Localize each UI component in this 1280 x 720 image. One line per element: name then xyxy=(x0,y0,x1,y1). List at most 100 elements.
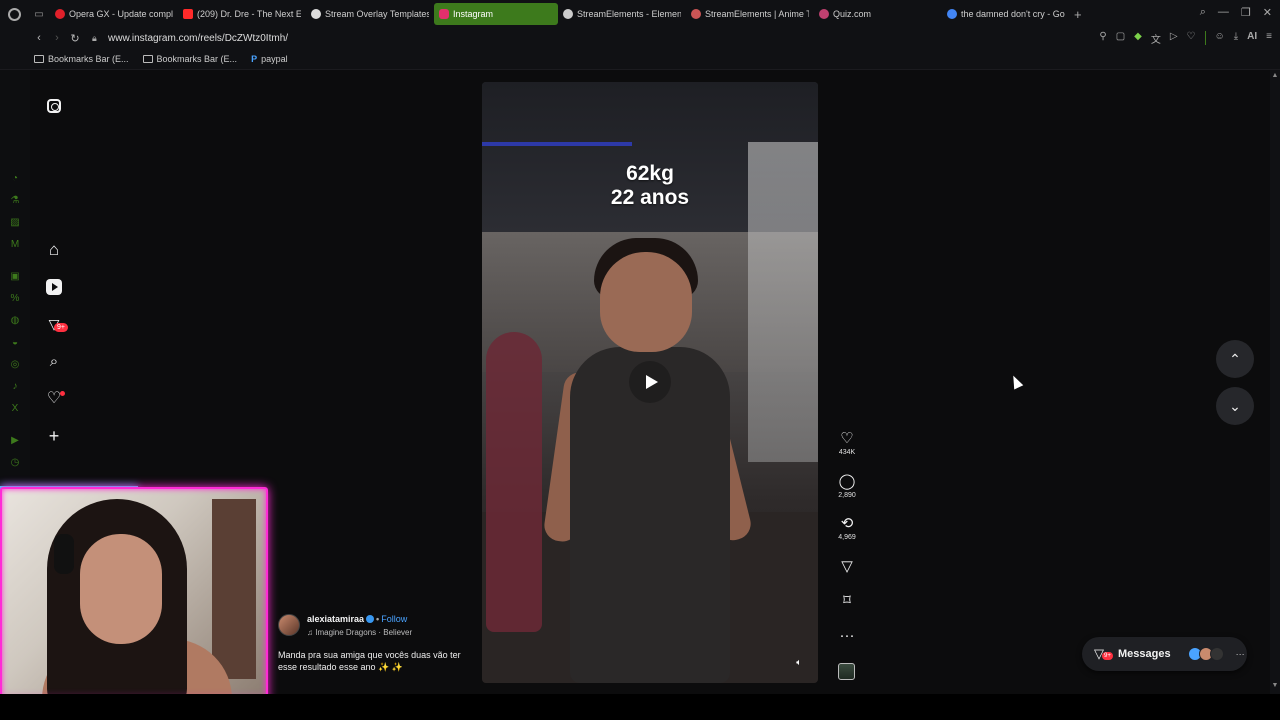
snapshot-icon[interactable]: ▢ xyxy=(1116,31,1125,46)
username[interactable]: alexiatamiraa xyxy=(307,614,364,624)
ai-button[interactable]: AI xyxy=(1247,31,1257,46)
video-person xyxy=(542,238,755,683)
bookmarks-bar: Bookmarks Bar (E... Bookmarks Bar (E... … xyxy=(0,48,1280,70)
instagram-sidebar-icon[interactable]: ◎ xyxy=(9,359,21,371)
profile-icon[interactable]: ☺ xyxy=(1215,31,1225,46)
tab-favicon xyxy=(311,9,321,19)
music-player-icon[interactable]: M xyxy=(9,239,21,251)
messages-button[interactable]: ▽ 9+ Messages ··· xyxy=(1082,637,1247,671)
tab-youtube[interactable]: (209) Dr. Dre - The Next E xyxy=(178,3,306,25)
audio-track[interactable]: ♫ Imagine Dragons · Believer xyxy=(307,628,412,637)
scroll-down-icon[interactable]: ▼ xyxy=(1270,682,1280,692)
tab-google[interactable]: the damned don't cry - Goo xyxy=(942,3,1070,25)
bookmark-icon: ⌑ xyxy=(843,592,851,609)
follow-button[interactable]: Follow xyxy=(381,614,407,624)
messages-badge: 9+ xyxy=(54,323,68,332)
send-icon: ▽ 9+ xyxy=(1094,646,1113,661)
play-icon[interactable] xyxy=(629,361,671,403)
discord-icon[interactable]: ◒ xyxy=(9,337,21,349)
tab-instagram[interactable]: Instagram xyxy=(434,3,558,25)
search-tabs-icon[interactable]: ⌕ xyxy=(1200,6,1206,19)
more-button[interactable]: ··· xyxy=(832,627,862,645)
share-button[interactable]: ▽ xyxy=(832,558,862,576)
minimize-icon[interactable]: — xyxy=(1218,6,1229,19)
reload-icon[interactable]: ↻ xyxy=(66,32,84,45)
close-icon[interactable]: ✕ xyxy=(1263,6,1272,19)
caption-header: alexiatamiraa • Follow xyxy=(307,614,407,624)
address-bar-tools: ⚲ ▢ ◆ 文 ▷ ♡ ☺ ⤓ AI ≡ xyxy=(1099,31,1272,46)
send-page-icon[interactable]: ▷ xyxy=(1170,31,1178,46)
shield-icon[interactable]: ◆ xyxy=(1134,31,1142,46)
divider xyxy=(1204,31,1206,45)
bookmark-paypal[interactable]: P paypal xyxy=(251,54,288,64)
gx-corner-icon[interactable]: ▨ xyxy=(9,217,21,229)
twitch-icon[interactable]: ▣ xyxy=(9,271,21,283)
favorite-icon[interactable]: ♡ xyxy=(1187,31,1196,46)
bookmark-label: Bookmarks Bar (E... xyxy=(48,53,129,64)
comment-icon: ◯ xyxy=(838,473,856,490)
reels-icon[interactable] xyxy=(44,277,64,297)
new-tab-icon[interactable]: + xyxy=(1074,7,1082,22)
scrollbar[interactable]: ▲ ▼ xyxy=(1270,70,1280,694)
tab-label: (209) Dr. Dre - The Next E xyxy=(197,9,301,19)
bookmark-folder[interactable]: Bookmarks Bar (E... xyxy=(34,54,129,64)
maximize-icon[interactable]: ❐ xyxy=(1241,6,1251,19)
chevron-down-icon[interactable]: ⌄ xyxy=(1216,387,1254,425)
like-count: 434K xyxy=(838,449,856,456)
instagram-icon[interactable] xyxy=(44,96,64,116)
back-icon[interactable]: ‹ xyxy=(30,32,48,44)
reel-video[interactable]: 62kg 22 anos 🔈︎ xyxy=(482,82,818,683)
forward-icon[interactable]: › xyxy=(48,32,66,44)
url-field[interactable]: www.instagram.com/reels/DcZWtz0Itmh/ xyxy=(108,33,288,44)
tab-favicon xyxy=(947,9,957,19)
messages-label: Messages xyxy=(1118,648,1171,660)
whatsapp-icon[interactable]: ◍ xyxy=(9,315,21,327)
screen-bottom-strip xyxy=(0,694,1280,720)
tab-stream-overlay[interactable]: Stream Overlay Templates xyxy=(306,3,434,25)
tab-streamelements-2[interactable]: StreamElements | Anime T xyxy=(686,3,814,25)
comment-count: 2,890 xyxy=(838,492,856,499)
menu-icon[interactable]: ≡ xyxy=(1266,31,1272,46)
save-button[interactable]: ⌑ xyxy=(832,592,862,610)
history-icon[interactable]: ◷ xyxy=(9,457,21,469)
folder-icon xyxy=(142,54,153,63)
opera-icon[interactable] xyxy=(0,0,28,28)
tab-streamelements-1[interactable]: StreamElements - Elemen xyxy=(558,3,686,25)
translate-icon[interactable]: 文 xyxy=(1151,31,1161,46)
browser-window: ▭ Opera GX - Update comple (209) Dr. Dre… xyxy=(0,0,1280,720)
percent-icon[interactable]: % xyxy=(9,293,21,305)
player-icon[interactable]: ▶ xyxy=(9,435,21,447)
avatar[interactable] xyxy=(278,614,300,636)
folder-icon xyxy=(34,54,44,63)
repost-button[interactable]: ⟲ 4,969 xyxy=(832,515,862,541)
gx-control-icon[interactable]: ⚗ xyxy=(9,195,21,207)
plus-icon[interactable]: + xyxy=(44,426,64,446)
home-icon[interactable]: ⌂ xyxy=(44,240,64,260)
chevron-up-icon[interactable]: ⌃ xyxy=(1216,340,1254,378)
tab-label: the damned don't cry - Goo xyxy=(961,9,1065,19)
more-icon: ··· xyxy=(1235,649,1245,659)
workspace-icon[interactable]: ▭ xyxy=(28,0,50,28)
tab-favicon xyxy=(691,9,701,19)
tab-quiz[interactable]: Quiz.com xyxy=(814,3,942,25)
tab-favicon xyxy=(183,9,193,19)
paypal-icon: P xyxy=(251,53,258,64)
comment-button[interactable]: ◯ 2,890 xyxy=(832,473,862,499)
avatar xyxy=(1209,647,1224,661)
notification-dot xyxy=(60,391,65,396)
bookmark-folder[interactable]: Bookmarks Bar (E... xyxy=(142,54,237,64)
volume-icon[interactable]: 🔈︎ xyxy=(792,655,806,669)
speed-dial-icon[interactable]: ◔ xyxy=(9,173,21,185)
address-bar: ‹ › ↻ 🔒︎ www.instagram.com/reels/DcZWtz0… xyxy=(0,28,1280,48)
audio-thumbnail[interactable] xyxy=(838,663,855,680)
tab-opera-update[interactable]: Opera GX - Update comple xyxy=(50,3,178,25)
scroll-up-icon[interactable]: ▲ xyxy=(1270,72,1280,82)
send-icon: ▽ xyxy=(841,558,853,575)
pin-icon[interactable]: ⚲ xyxy=(1099,31,1106,46)
search-icon[interactable]: ⌕ xyxy=(44,351,64,371)
x-icon[interactable]: X xyxy=(9,403,21,415)
download-icon[interactable]: ⤓ xyxy=(1234,31,1238,46)
webcam-door xyxy=(212,499,256,679)
like-button[interactable]: ♡ 434K xyxy=(832,430,862,456)
tiktok-icon[interactable]: ♪ xyxy=(9,381,21,393)
